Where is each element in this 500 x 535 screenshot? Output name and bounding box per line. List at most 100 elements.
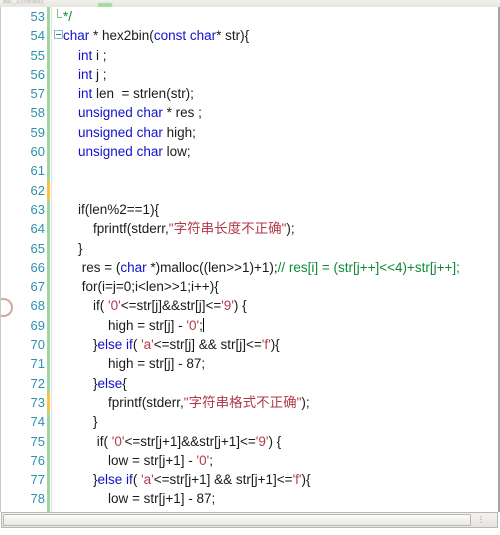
line-number: 76 xyxy=(30,452,45,468)
code-text[interactable]: }else if( 'a'<=str[j] && str[j]<='f'){ xyxy=(63,335,280,354)
code-text[interactable]: } xyxy=(63,412,98,431)
gutter-separator xyxy=(51,277,52,297)
code-line[interactable]: 54 char * hex2bin(const char* str){ xyxy=(1,26,498,46)
code-token-kw: int xyxy=(78,86,93,102)
code-token-plain: ; xyxy=(209,452,213,468)
code-text[interactable]: */ xyxy=(63,7,72,26)
code-line[interactable]: 65 } xyxy=(1,238,498,258)
code-text[interactable]: unsigned char * res ; xyxy=(63,103,202,122)
code-line[interactable]: 62 xyxy=(1,180,498,200)
line-number: 62 xyxy=(30,182,45,198)
code-text[interactable]: } xyxy=(63,239,83,258)
code-line[interactable]: 78 low = str[j+1] - 87; xyxy=(1,489,498,509)
code-token-kw: int xyxy=(78,66,93,82)
code-line[interactable]: 53 */ xyxy=(1,7,498,27)
gutter-separator xyxy=(51,489,52,509)
code-line[interactable]: 59 unsigned char high; xyxy=(1,122,498,143)
change-bar-saved xyxy=(47,489,50,509)
code-text[interactable]: for(i=j=0;i<len>>1;i++){ xyxy=(63,277,219,296)
code-line[interactable]: 74 } xyxy=(1,412,498,432)
code-text[interactable]: res = (char *)malloc((len>>1)+1);// res[… xyxy=(63,258,460,277)
code-line[interactable]: 77 }else if( 'a'<=str[j+1] && str[j+1]<=… xyxy=(1,470,498,490)
code-line[interactable]: 66 res = (char *)malloc((len>>1)+1);// r… xyxy=(1,257,498,278)
code-text[interactable]: low = str[j+1] - '0'; xyxy=(63,451,213,470)
code-token-kw: unsigned char xyxy=(78,124,163,140)
code-text[interactable]: if( '0'<=str[j+1]&&str[j+1]<='9') { xyxy=(63,432,281,451)
code-text[interactable]: }else if( 'a'<=str[j+1] && str[j+1]<='f'… xyxy=(63,470,310,489)
code-token-plain: ){ xyxy=(270,337,280,353)
code-line[interactable]: 76 low = str[j+1] - '0'; xyxy=(1,450,498,471)
code-line[interactable]: 71 high = str[j] - 87; xyxy=(1,354,498,374)
code-text[interactable]: high = str[j] - '0'; xyxy=(63,316,204,335)
code-line[interactable]: 61 xyxy=(1,161,498,181)
change-bar-saved xyxy=(47,412,50,432)
code-text[interactable]: unsigned char low; xyxy=(63,142,191,161)
line-number: 65 xyxy=(30,240,45,256)
code-text[interactable]: int len = strlen(str); xyxy=(63,84,194,103)
code-line[interactable]: 70 }else if( 'a'<=str[j] && str[j]<='f')… xyxy=(1,335,498,355)
breakpoint-disabled-icon[interactable] xyxy=(1,298,13,318)
code-text[interactable]: int j ; xyxy=(63,65,107,84)
code-line[interactable]: 63 if(len%2==1){ xyxy=(1,199,498,220)
window-chrome-strip: ab_2(head) xyxy=(0,0,500,7)
line-number: 54 xyxy=(30,28,45,44)
code-token-plain: ( xyxy=(132,472,142,488)
code-line[interactable]: 60 unsigned char low; xyxy=(1,142,498,162)
change-bar-saved xyxy=(47,470,50,490)
code-line[interactable]: 72 }else{ xyxy=(1,373,498,393)
code-text[interactable]: low = str[j+1] - 87; xyxy=(63,489,215,508)
change-bar-saved xyxy=(47,354,50,374)
change-bar-unsaved xyxy=(47,180,50,200)
code-token-str: "字符串长度不正确" xyxy=(168,221,287,237)
gutter-separator xyxy=(51,296,52,316)
code-line[interactable]: 58 unsigned char * res ; xyxy=(1,103,498,123)
code-token-plain: } xyxy=(78,240,83,256)
code-line[interactable]: 64 fprintf(stderr,"字符串长度不正确"); xyxy=(1,219,498,239)
code-text[interactable]: int i ; xyxy=(63,46,107,65)
code-line[interactable]: 67 for(i=j=0;i<len>>1;i++){ xyxy=(1,277,498,297)
code-token-kw: else if xyxy=(97,472,133,488)
code-line[interactable]: 75 if( '0'<=str[j+1]&&str[j+1]<='9') { xyxy=(1,431,498,451)
line-number: 61 xyxy=(30,163,45,179)
code-text[interactable]: high = str[j] - 87; xyxy=(63,354,205,373)
gutter-separator xyxy=(51,26,52,46)
gutter-separator xyxy=(51,122,52,143)
code-token-str: '0' xyxy=(196,452,210,468)
editor-surface[interactable]: 53 */ 54 char * hex2bin(const char* str){55… xyxy=(0,7,500,512)
code-editor-window: ab_2(head) 53 */ 54 char * hex2bin(const ch… xyxy=(0,0,500,535)
fold-collapse-icon[interactable] xyxy=(54,30,63,40)
code-text[interactable]: fprintf(stderr,"字符串格式不正确"); xyxy=(63,393,310,412)
change-bar-saved xyxy=(47,238,50,258)
change-bar-saved xyxy=(47,7,50,27)
gutter-separator xyxy=(51,199,52,220)
horizontal-scrollbar-thumb[interactable] xyxy=(3,514,471,526)
code-line[interactable]: 56 int j ; xyxy=(1,64,498,85)
gutter-separator xyxy=(51,84,52,104)
code-token-plain: for(i=j=0;i<len>>1;i++){ xyxy=(78,279,219,295)
code-text[interactable]: if( '0'<=str[j]&&str[j]<='9') { xyxy=(63,296,247,315)
code-text[interactable]: fprintf(stderr,"字符串长度不正确"); xyxy=(63,219,295,238)
gutter-separator xyxy=(51,470,52,490)
change-bar-saved xyxy=(47,142,50,162)
code-line[interactable]: 57 int len = strlen(str); xyxy=(1,84,498,104)
code-line[interactable]: 55 int i ; xyxy=(1,45,498,65)
code-token-plain: * str){ xyxy=(216,28,250,44)
code-token-plain: *)malloc((len>>1)+1); xyxy=(146,259,278,275)
code-text[interactable]: char * hex2bin(const char* str){ xyxy=(63,26,249,45)
chrome-ghost-label: ab_2(head) xyxy=(3,0,44,5)
code-text[interactable]: if(len%2==1){ xyxy=(63,200,159,219)
code-text[interactable]: unsigned char high; xyxy=(63,123,196,142)
code-line-list[interactable]: 53 */ 54 char * hex2bin(const char* str){55… xyxy=(1,7,498,512)
code-token-plain: if( xyxy=(93,298,109,314)
code-line[interactable]: 73 fprintf(stderr,"字符串格式不正确"); xyxy=(1,392,498,413)
line-number: 63 xyxy=(30,201,45,217)
code-line[interactable]: 68 if( '0'<=str[j]&&str[j]<='9') { xyxy=(1,296,498,318)
code-line[interactable]: 69 high = str[j] - '0'; xyxy=(1,315,498,336)
code-token-plain: low = str[j+1] - 87; xyxy=(108,491,216,507)
code-text[interactable]: }else{ xyxy=(63,374,127,393)
line-number: 53 xyxy=(30,9,45,24)
horizontal-scrollbar[interactable]: ⋮ xyxy=(1,512,498,528)
code-token-plain: } xyxy=(93,414,98,430)
line-number: 75 xyxy=(30,433,45,449)
line-number: 64 xyxy=(30,221,45,237)
